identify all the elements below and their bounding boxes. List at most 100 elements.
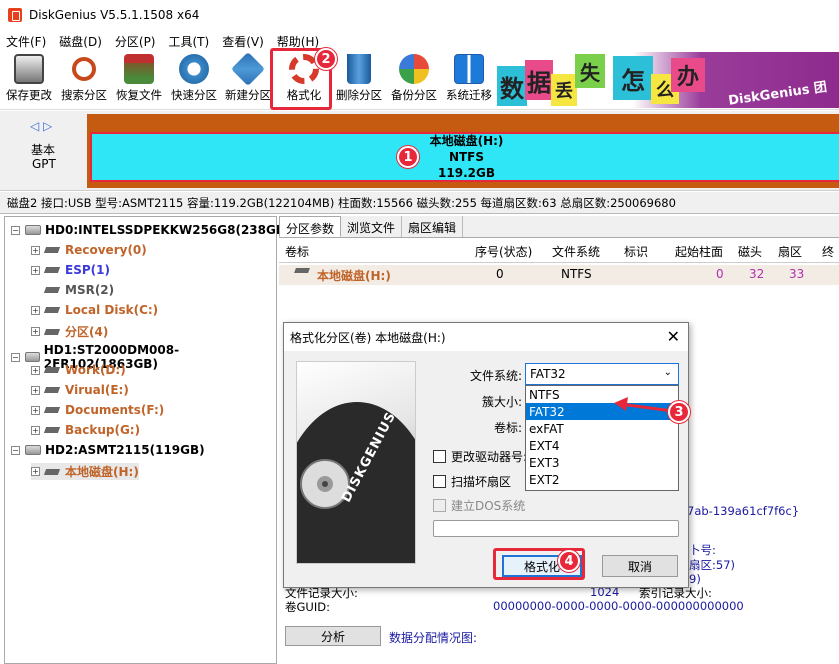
partition-icon bbox=[43, 427, 61, 433]
fs-option-ext2[interactable]: EXT2 bbox=[526, 471, 678, 488]
backup-partition-label: 备份分区 bbox=[391, 88, 437, 102]
backup-partition-button[interactable]: 备份分区 bbox=[388, 54, 440, 106]
tree-part-label: Virual(E:) bbox=[65, 383, 129, 397]
tab-sector-edit[interactable]: 扇区编辑 bbox=[402, 216, 464, 237]
nav-arrows-icon[interactable]: ◁ ▷ bbox=[30, 119, 52, 133]
partition-icon bbox=[43, 287, 61, 293]
menu-file[interactable]: 文件(F) bbox=[6, 33, 46, 50]
save-changes-button[interactable]: 保存更改 bbox=[4, 54, 54, 106]
row-index: 0 bbox=[496, 267, 504, 281]
menu-view[interactable]: 查看(V) bbox=[222, 33, 264, 50]
detail-frag-1: 卜号: bbox=[689, 543, 716, 557]
col-fs: 文件系统 bbox=[552, 245, 601, 259]
callout-4: 4 bbox=[558, 550, 580, 572]
banner-brand: DiskGenius 团队 bbox=[727, 79, 828, 108]
volume-label-label: 卷标: bbox=[493, 421, 522, 435]
cluster-size-label: 簇大小: bbox=[481, 395, 522, 409]
partition-icon bbox=[43, 267, 61, 273]
row-fs: NTFS bbox=[561, 267, 592, 281]
banner-char-2: 据 bbox=[525, 60, 553, 100]
quick-partition-button[interactable]: 快速分区 bbox=[168, 54, 220, 106]
tree-part-recovery[interactable]: + Recovery(0) bbox=[31, 243, 147, 257]
tree-part-4[interactable]: + 分区(4) bbox=[31, 323, 108, 340]
tree-part-label: ESP(1) bbox=[65, 263, 110, 277]
callout-3: 3 bbox=[668, 401, 690, 423]
trash-icon bbox=[347, 54, 371, 84]
menu-disk[interactable]: 磁盘(D) bbox=[59, 33, 102, 50]
expand-icon[interactable]: + bbox=[31, 405, 40, 415]
expand-icon[interactable]: + bbox=[31, 425, 40, 435]
expand-icon[interactable]: + bbox=[31, 365, 40, 375]
checkbox-box bbox=[433, 475, 446, 488]
delete-partition-button[interactable]: 删除分区 bbox=[333, 54, 385, 106]
dialog-title: 格式化分区(卷) 本地磁盘(H:) bbox=[290, 330, 446, 345]
hdd-icon bbox=[24, 352, 40, 362]
tree-disk-hd2[interactable]: − HD2:ASMT2115(119GB) bbox=[11, 443, 205, 457]
expand-icon[interactable]: + bbox=[31, 327, 40, 336]
callout-2: 2 bbox=[315, 48, 337, 70]
title-bar: DiskGenius V5.5.1.1508 x64 bbox=[0, 0, 839, 30]
expand-icon[interactable]: + bbox=[31, 245, 40, 255]
save-changes-label: 保存更改 bbox=[6, 88, 52, 102]
expand-icon[interactable]: + bbox=[31, 467, 40, 476]
guid-fragment: 7ab-139a61cf7f6c} bbox=[687, 504, 800, 518]
col-sector: 扇区 bbox=[778, 245, 803, 259]
expand-icon[interactable]: + bbox=[31, 305, 40, 315]
delete-partition-label: 删除分区 bbox=[336, 88, 382, 102]
partition-icon bbox=[294, 268, 310, 273]
tree-part-esp[interactable]: + ESP(1) bbox=[31, 263, 110, 277]
partition-icon bbox=[43, 367, 61, 373]
partition-block-name: 本地磁盘(H:) bbox=[429, 134, 504, 148]
cancel-button[interactable]: 取消 bbox=[602, 555, 678, 577]
table-row[interactable]: 本地磁盘(H:) 0 NTFS 0 32 33 bbox=[279, 265, 839, 285]
search-partition-button[interactable]: 搜索分区 bbox=[58, 54, 110, 106]
tree-disk-label: HD0:INTELSSDPEKKW256G8(238GB) bbox=[45, 223, 291, 237]
col-start-cyl: 起始柱面 bbox=[675, 245, 724, 259]
collapse-icon[interactable]: − bbox=[11, 352, 20, 362]
tree-part-msr[interactable]: MSR(2) bbox=[31, 283, 114, 297]
tree-part-e[interactable]: + Virual(E:) bbox=[31, 383, 129, 397]
expand-icon[interactable]: + bbox=[31, 265, 40, 275]
dialog-title-bar: 格式化分区(卷) 本地磁盘(H:) bbox=[284, 323, 688, 351]
tree-part-label: MSR(2) bbox=[65, 283, 115, 297]
partition-icon bbox=[43, 307, 61, 313]
col-head: 磁头 bbox=[738, 245, 763, 259]
new-partition-button[interactable]: 新建分区 bbox=[222, 52, 274, 106]
system-migration-label: 系统迁移 bbox=[446, 88, 492, 102]
checkbox-box bbox=[433, 499, 446, 512]
fs-select-value: FAT32 bbox=[530, 367, 566, 381]
tree-part-label: Work(D:) bbox=[65, 363, 126, 377]
tree-part-c[interactable]: + Local Disk(C:) bbox=[31, 303, 158, 317]
menu-help[interactable]: 帮助(H) bbox=[277, 33, 319, 50]
menu-tools[interactable]: 工具(T) bbox=[169, 33, 210, 50]
system-migration-button[interactable]: 系统迁移 bbox=[442, 54, 496, 106]
collapse-icon[interactable]: − bbox=[11, 445, 20, 455]
detail-frag-3: 9) bbox=[689, 572, 701, 586]
tree-part-d[interactable]: + Work(D:) bbox=[31, 363, 126, 377]
alloc-map-label: 数据分配情况图: bbox=[389, 631, 478, 645]
close-icon[interactable]: ✕ bbox=[667, 327, 680, 346]
scan-bad-sectors-checkbox[interactable]: 扫描坏扇区 bbox=[433, 473, 511, 490]
analyze-button[interactable]: 分析 bbox=[285, 626, 381, 646]
partition-block-size: 119.2GB bbox=[438, 166, 495, 180]
recover-files-button[interactable]: 恢复文件 bbox=[113, 54, 165, 106]
tab-browse-files[interactable]: 浏览文件 bbox=[341, 216, 403, 237]
disk-tree: − HD0:INTELSSDPEKKW256G8(238GB) + Recovery… bbox=[4, 216, 290, 664]
quick-partition-label: 快速分区 bbox=[171, 88, 217, 102]
tree-disk-hd0[interactable]: − HD0:INTELSSDPEKKW256G8(238GB) bbox=[11, 223, 290, 237]
collapse-icon[interactable]: − bbox=[11, 225, 20, 235]
tab-partition-params[interactable]: 分区参数 bbox=[279, 216, 342, 237]
detail-frag-2: 扇区:57) bbox=[689, 558, 735, 572]
tree-part-g[interactable]: + Backup(G:) bbox=[31, 423, 140, 437]
expand-icon[interactable]: + bbox=[31, 385, 40, 395]
quick-partition-icon bbox=[179, 54, 209, 84]
tree-part-label: Local Disk(C:) bbox=[65, 303, 159, 317]
tree-part-f[interactable]: + Documents(F:) bbox=[31, 403, 164, 417]
search-partition-label: 搜索分区 bbox=[61, 88, 107, 102]
menu-partition[interactable]: 分区(P) bbox=[115, 33, 156, 50]
fs-option-ext3[interactable]: EXT3 bbox=[526, 454, 678, 471]
change-drive-letter-checkbox[interactable]: 更改驱动器号: bbox=[433, 448, 527, 465]
tab-bar: 分区参数 浏览文件 扇区编辑 bbox=[279, 216, 839, 238]
tree-part-h[interactable]: + 本地磁盘(H:) bbox=[31, 463, 139, 480]
partition-block[interactable]: 本地磁盘(H:) NTFS 119.2GB bbox=[87, 114, 839, 188]
